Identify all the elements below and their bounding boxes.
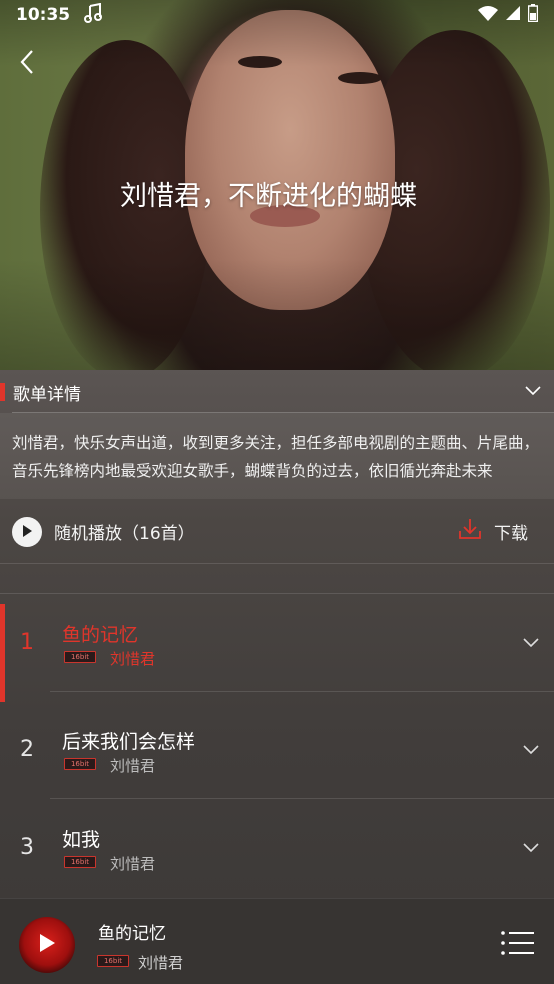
wifi-icon xyxy=(478,5,498,26)
quality-badge: 16bit xyxy=(64,758,96,770)
play-icon[interactable] xyxy=(38,933,56,957)
now-playing-cover[interactable] xyxy=(19,917,75,973)
chevron-down-icon[interactable] xyxy=(522,741,540,763)
download-icon xyxy=(458,518,482,545)
divider xyxy=(50,691,554,692)
status-bar: 10:35 xyxy=(0,0,554,30)
playlist-icon[interactable] xyxy=(500,929,536,959)
quality-badge: 16bit xyxy=(64,651,96,663)
mini-player[interactable]: 鱼的记忆 16bit 刘惜君 xyxy=(0,898,554,984)
playlist-description: 刘惜君，快乐女声出道，收到更多关注，担任多部电视剧的主题曲、片尾曲，音乐先锋榜内… xyxy=(0,413,554,499)
accent-bar xyxy=(0,383,5,401)
chevron-down-icon[interactable] xyxy=(522,634,540,656)
now-playing-artist: 刘惜君 xyxy=(138,954,184,972)
song-artist: 刘惜君 xyxy=(110,757,156,775)
back-arrow-icon xyxy=(19,49,35,79)
play-icon xyxy=(21,522,33,541)
battery-icon xyxy=(527,3,539,27)
chevron-down-icon[interactable] xyxy=(524,382,542,404)
music-note-icon xyxy=(84,2,103,28)
back-button[interactable] xyxy=(10,46,44,82)
song-row[interactable]: 1 鱼的记忆 16bit 刘惜君 xyxy=(0,594,554,702)
signal-icon xyxy=(506,5,520,25)
shuffle-play-label[interactable]: 随机播放（16首） xyxy=(54,519,195,544)
playlist-detail-header[interactable]: 歌单详情 xyxy=(0,370,554,414)
song-index: 2 xyxy=(20,737,34,762)
song-row[interactable]: 3 如我 16bit 刘惜君 xyxy=(0,799,554,897)
download-label: 下载 xyxy=(494,524,528,544)
quality-badge: 16bit xyxy=(64,856,96,868)
chevron-down-icon[interactable] xyxy=(522,839,540,861)
download-button[interactable]: 下载 xyxy=(458,518,528,545)
playlist-content: 歌单详情 刘惜君，快乐女声出道，收到更多关注，担任多部电视剧的主题曲、片尾曲，音… xyxy=(0,370,554,984)
now-playing-title: 鱼的记忆 xyxy=(98,924,166,944)
status-time: 10:35 xyxy=(16,5,71,25)
now-playing-indicator xyxy=(0,604,5,702)
song-title: 如我 xyxy=(62,829,101,851)
shuffle-play-button[interactable] xyxy=(12,516,42,547)
song-artist: 刘惜君 xyxy=(110,650,156,668)
song-title: 后来我们会怎样 xyxy=(62,731,196,753)
action-row: 随机播放（16首） 下载 xyxy=(0,500,554,564)
song-index: 3 xyxy=(20,835,34,860)
song-title: 鱼的记忆 xyxy=(62,624,139,646)
song-artist: 刘惜君 xyxy=(110,855,156,873)
song-index: 1 xyxy=(20,630,34,655)
quality-badge: 16bit xyxy=(97,955,129,967)
detail-header-label: 歌单详情 xyxy=(13,384,81,405)
playlist-title: 刘惜君，不断进化的蝴蝶 xyxy=(120,181,417,212)
song-row[interactable]: 2 后来我们会怎样 16bit 刘惜君 xyxy=(0,701,554,799)
